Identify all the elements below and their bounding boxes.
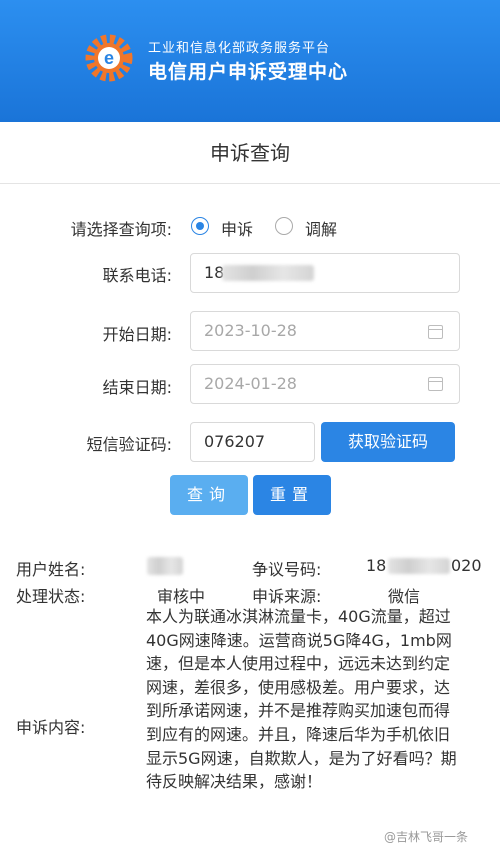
sms-code-value: 076207 bbox=[204, 432, 266, 451]
radio-mediation-label[interactable]: 调解 bbox=[305, 216, 337, 240]
end-date-value: 2024-01-28 bbox=[204, 374, 297, 393]
app-header: e 工业和信息化部政务服务平台 电信用户申诉受理中心 bbox=[0, 0, 500, 122]
dispute-number-suffix: 020 bbox=[451, 556, 482, 575]
sms-code-label: 短信验证码: bbox=[86, 435, 172, 454]
radio-complaint[interactable] bbox=[191, 217, 209, 235]
svg-text:e: e bbox=[104, 48, 114, 68]
status-label: 处理状态: bbox=[16, 587, 86, 606]
start-date-label: 开始日期: bbox=[102, 325, 172, 344]
query-type-label: 请选择查询项: bbox=[70, 220, 172, 239]
query-button[interactable]: 查询 bbox=[170, 475, 248, 515]
header-subtitle: 工业和信息化部政务服务平台 bbox=[148, 41, 331, 56]
page-title: 申诉查询 bbox=[0, 122, 500, 184]
header-title: 电信用户申诉受理中心 bbox=[148, 61, 349, 83]
telecom-center-logo-icon: e bbox=[85, 34, 133, 82]
complaint-content: 本人为联通冰淇淋流量卡，40G流量，超过40G网速降速。运营商说5G降4G，1m… bbox=[146, 607, 457, 792]
dispute-number-label: 争议号码: bbox=[252, 560, 322, 579]
content-label: 申诉内容: bbox=[16, 718, 86, 737]
start-date-input[interactable]: 2023-10-28 bbox=[190, 311, 460, 351]
start-date-value: 2023-10-28 bbox=[204, 321, 297, 340]
end-date-input[interactable]: 2024-01-28 bbox=[190, 364, 460, 404]
status-value: 审核中 bbox=[157, 587, 206, 606]
end-date-label: 结束日期: bbox=[102, 378, 172, 397]
reset-button[interactable]: 重置 bbox=[253, 475, 331, 515]
redacted-phone-digits bbox=[222, 265, 314, 281]
redacted-user-name bbox=[147, 557, 183, 575]
redacted-dispute-digits bbox=[388, 558, 450, 574]
calendar-icon[interactable] bbox=[428, 325, 443, 339]
user-name-label: 用户姓名: bbox=[16, 560, 86, 579]
calendar-icon[interactable] bbox=[428, 377, 443, 391]
watermark: @吉林飞哥一条 bbox=[384, 830, 469, 844]
radio-mediation[interactable] bbox=[275, 217, 293, 235]
sms-code-input[interactable]: 076207 bbox=[190, 422, 315, 462]
get-code-button[interactable]: 获取验证码 bbox=[321, 422, 455, 462]
dispute-number-value: 18 bbox=[366, 556, 387, 575]
source-value: 微信 bbox=[388, 587, 421, 606]
phone-label: 联系电话: bbox=[102, 266, 172, 285]
radio-complaint-label[interactable]: 申诉 bbox=[221, 216, 253, 240]
source-label: 申诉来源: bbox=[252, 587, 322, 606]
